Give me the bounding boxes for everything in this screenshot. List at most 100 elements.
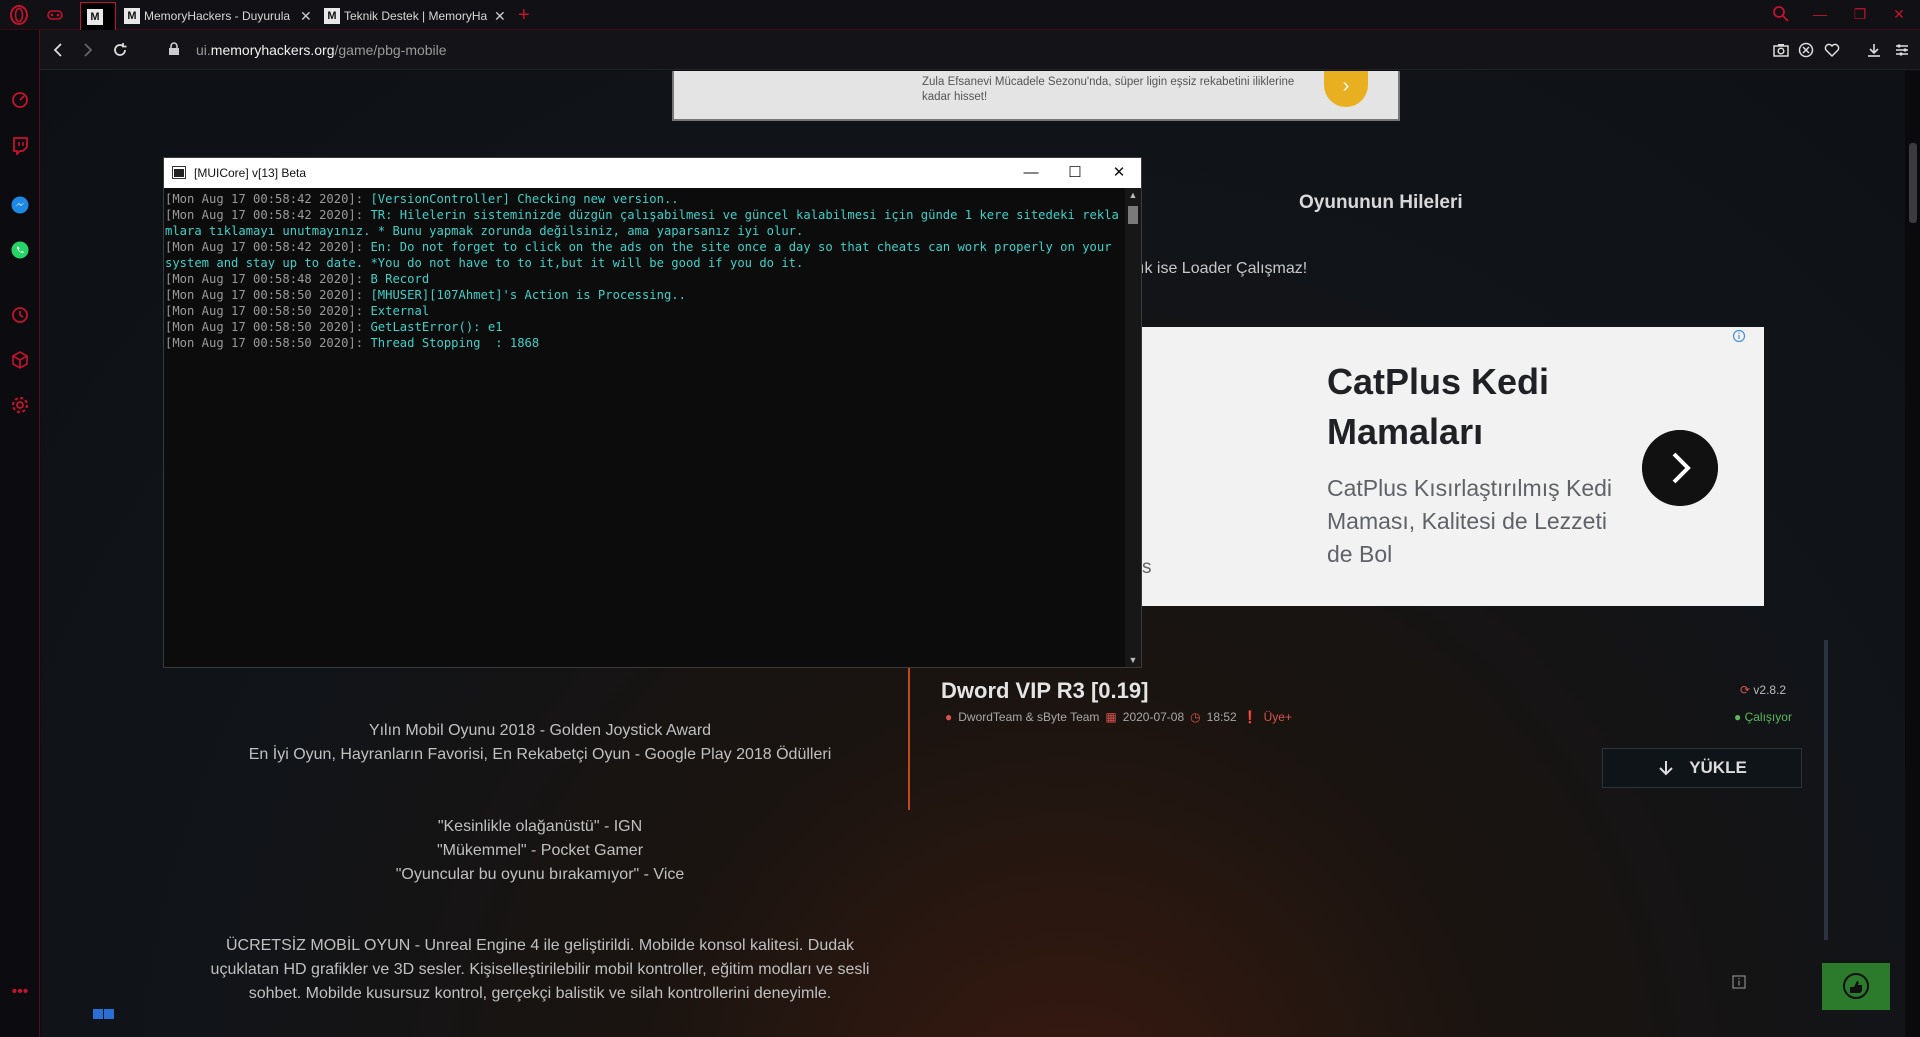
cheat-card-divider — [908, 660, 910, 810]
cheat-title[interactable]: Dword VIP R3 [0.19] — [941, 678, 1148, 704]
snapshot-camera-icon[interactable] — [1772, 41, 1790, 59]
loader-warning-text: ık ise Loader Çalışmaz! — [1140, 260, 1308, 277]
thumbs-up-icon — [1843, 973, 1869, 999]
console-message: [MHUSER][107Ahmet]'s Action is Processin… — [370, 288, 686, 302]
history-icon[interactable] — [10, 305, 30, 325]
opera-gx-logo-icon[interactable] — [9, 5, 29, 25]
award-line-1: Yılın Mobil Oyunu 2018 - Golden Joystick… — [368, 722, 712, 739]
lock-icon[interactable] — [167, 42, 181, 56]
forward-icon[interactable] — [78, 40, 98, 60]
restore-window-button[interactable]: ❐ — [1850, 4, 1870, 24]
like-button[interactable] — [1822, 963, 1890, 1010]
console-message: External — [370, 304, 430, 318]
minimize-window-button[interactable]: — — [1810, 4, 1830, 24]
console-timestamp: [Mon Aug 17 00:58:50 2020]: — [165, 304, 371, 318]
more-options-icon[interactable]: ••• — [10, 984, 30, 1005]
access-alert-icon: ❗ — [1242, 710, 1258, 724]
whatsapp-icon[interactable] — [10, 240, 30, 260]
console-timestamp: [Mon Aug 17 00:58:48 2020]: — [165, 272, 371, 286]
tab-title: MemoryHackers - Duyurula — [144, 9, 291, 23]
cheat-status-text: Çalışıyor — [1744, 710, 1792, 724]
messenger-icon[interactable] — [10, 195, 30, 215]
section-title: Oyununun Hileleri — [1299, 192, 1463, 213]
cheat-status: ● Çalışıyor — [1734, 710, 1792, 724]
tab-title: Teknik Destek | MemoryHa — [344, 9, 488, 23]
easy-setup-menu-icon[interactable] — [1893, 41, 1911, 59]
memoryhackers-favicon-icon: M — [87, 8, 103, 25]
console-line: [Mon Aug 17 00:58:50 2020]: GetLastError… — [165, 319, 1124, 335]
adblock-icon[interactable] — [1797, 41, 1815, 59]
browser-tab-bar: M M MemoryHackers - Duyurula ✕ M Teknik … — [0, 0, 1920, 30]
user-icon: ● — [945, 710, 953, 724]
tab-memoryhackers-announcements[interactable]: M MemoryHackers - Duyurula ✕ — [118, 2, 314, 30]
url-field[interactable]: ui.memoryhackers.org/game/pbg-mobile — [196, 42, 447, 58]
gx-control-speed-icon[interactable] — [10, 90, 30, 110]
address-bar: ui.memoryhackers.org/game/pbg-mobile — [40, 30, 1920, 70]
console-line: [Mon Aug 17 00:58:42 2020]: TR: Hileleri… — [165, 207, 1124, 239]
ad-info-icon[interactable] — [1732, 329, 1746, 343]
console-close-button[interactable]: ✕ — [1097, 158, 1141, 188]
browser-sidebar: ••• — [0, 30, 40, 1037]
refresh-icon: ⟳ — [1740, 683, 1754, 697]
console-timestamp: [Mon Aug 17 00:58:50 2020]: — [165, 336, 371, 350]
console-line: [Mon Aug 17 00:58:42 2020]: [VersionCont… — [165, 191, 1124, 207]
cheat-date: 2020-07-08 — [1122, 710, 1185, 724]
calendar-icon: ▦ — [1105, 710, 1117, 724]
close-tab-icon[interactable]: ✕ — [300, 8, 312, 25]
cheat-access-level: Üye+ — [1263, 710, 1292, 724]
scroll-down-icon[interactable]: ▼ — [1128, 655, 1138, 665]
console-timestamp: [Mon Aug 17 00:58:50 2020]: — [165, 320, 371, 334]
ad-info-small-icon[interactable] — [1732, 975, 1746, 989]
url-path: /game/pbg-mobile — [334, 42, 447, 58]
console-window[interactable]: [MUICore] v[13] Beta — ☐ ✕ [Mon Aug 17 0… — [163, 157, 1142, 668]
cheat-meta: ● DwordTeam & sByte Team ▦ 2020-07-08 ◷ … — [945, 710, 1292, 724]
tab-active[interactable]: M — [80, 2, 116, 30]
new-tab-button[interactable]: + — [518, 4, 530, 27]
gx-control-icon[interactable] — [46, 6, 64, 24]
quote-line-1: "Kesinlikle olağanüstü" - IGN — [437, 818, 643, 835]
extensions-cube-icon[interactable] — [10, 350, 30, 370]
download-icon[interactable] — [1865, 41, 1883, 59]
console-maximize-button[interactable]: ☐ — [1053, 158, 1097, 188]
ad-headline: CatPlus Kedi Mamaları — [1327, 361, 1550, 452]
console-line: [Mon Aug 17 00:58:50 2020]: External — [165, 303, 1124, 319]
settings-gear-icon[interactable] — [10, 395, 30, 415]
console-scrollbar-thumb[interactable] — [1128, 206, 1138, 224]
catplus-ad[interactable]: CatPlus Kedi Mamaları CatPlus Kısırlaştı… — [1142, 327, 1764, 606]
download-arrow-icon — [1659, 761, 1673, 776]
load-button[interactable]: YÜKLE — [1602, 748, 1802, 788]
twitch-icon[interactable] — [10, 135, 30, 155]
top-banner-ad[interactable]: Zula Efsanevi Mücadele Sezonu'nda, süper… — [672, 71, 1400, 121]
console-timestamp: [Mon Aug 17 00:58:42 2020]: — [165, 192, 371, 206]
console-title: [MUICore] v[13] Beta — [194, 166, 307, 180]
console-timestamp: [Mon Aug 17 00:58:42 2020]: — [165, 240, 371, 254]
console-scrollbar[interactable]: ▲ ▼ — [1125, 188, 1141, 667]
close-window-button[interactable]: ✕ — [1889, 4, 1909, 24]
clock-icon: ◷ — [1190, 710, 1201, 724]
ad-arrow-icon[interactable]: › — [1324, 71, 1368, 107]
translate-icon[interactable] — [93, 1007, 115, 1021]
page-scrollbar[interactable] — [1905, 71, 1920, 1037]
ad-leftover-text: s — [1142, 557, 1152, 578]
scroll-up-icon[interactable]: ▲ — [1128, 190, 1138, 200]
free-game-line-2: uçuklatan HD grafikler ve 3D sesler. Kiş… — [210, 961, 870, 978]
console-line: [Mon Aug 17 00:58:42 2020]: En: Do not f… — [165, 239, 1124, 271]
cheat-time: 18:52 — [1206, 710, 1237, 724]
console-minimize-button[interactable]: — — [1009, 158, 1053, 188]
cheat-version: ⟳ v2.8.2 — [1740, 683, 1786, 697]
close-tab-icon[interactable]: ✕ — [494, 8, 506, 25]
quote-line-2: "Mükemmel" - Pocket Gamer — [436, 842, 644, 859]
console-message: [VersionController] Checking new version… — [370, 192, 679, 206]
search-tabs-icon[interactable] — [1771, 4, 1791, 24]
cheat-authors: DwordTeam & sByte Team — [958, 710, 1100, 724]
top-ad-text: Zula Efsanevi Mücadele Sezonu'nda, süper… — [922, 76, 1295, 103]
bookmark-heart-icon[interactable] — [1823, 41, 1841, 59]
page-scrollbar-thumb[interactable] — [1909, 143, 1917, 223]
ad-go-arrow-icon[interactable] — [1642, 430, 1718, 506]
back-icon[interactable] — [48, 40, 68, 60]
memoryhackers-favicon-icon: M — [124, 8, 140, 24]
tab-technical-support[interactable]: M Teknik Destek | MemoryHa ✕ — [318, 2, 508, 30]
console-titlebar[interactable]: [MUICore] v[13] Beta — ☐ ✕ — [164, 158, 1141, 188]
reload-icon[interactable] — [110, 40, 130, 60]
console-line: [Mon Aug 17 00:58:50 2020]: Thread Stopp… — [165, 335, 1124, 351]
